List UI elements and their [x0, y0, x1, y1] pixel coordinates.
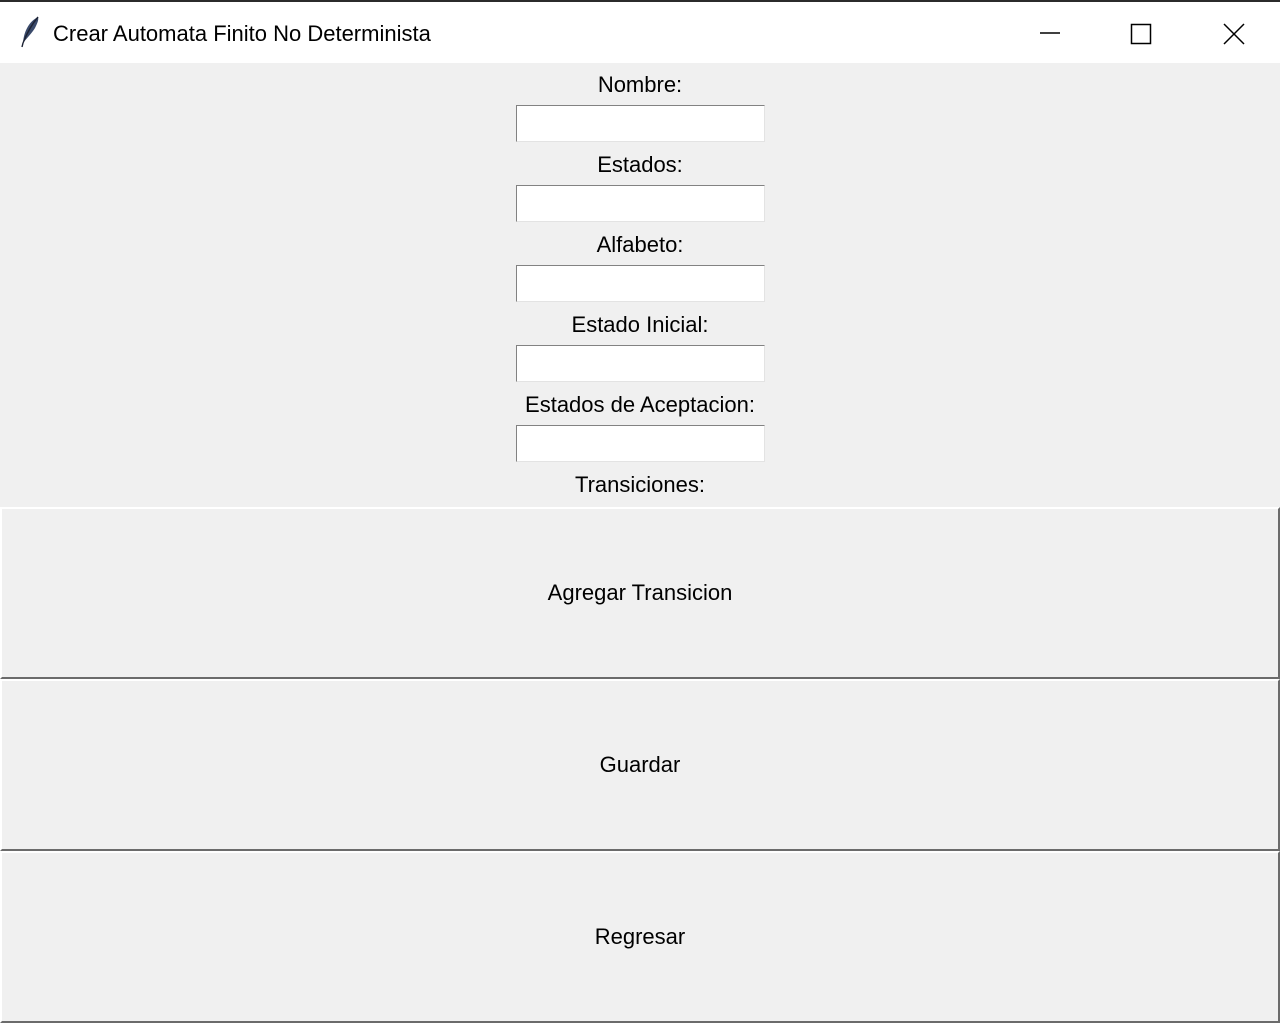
back-button[interactable]: Regresar [0, 851, 1280, 1023]
estado-inicial-label: Estado Inicial: [571, 312, 709, 337]
alfabeto-input[interactable] [516, 265, 765, 302]
alfabeto-label: Alfabeto: [596, 232, 684, 257]
close-button[interactable] [1187, 4, 1279, 62]
window-title: Crear Automata Finito No Determinista [53, 21, 431, 46]
save-label: Guardar [599, 752, 681, 777]
estados-input[interactable] [516, 185, 765, 222]
nombre-input[interactable] [516, 105, 765, 142]
nombre-label: Nombre: [597, 72, 683, 97]
add-transition-label: Agregar Transicion [547, 580, 733, 605]
save-button[interactable]: Guardar [0, 679, 1280, 851]
title-bar: Crear Automata Finito No Determinista [0, 0, 1280, 63]
maximize-button[interactable] [1095, 4, 1187, 62]
transiciones-label: Transiciones: [574, 472, 705, 497]
back-label: Regresar [594, 924, 686, 949]
estados-label: Estados: [597, 152, 683, 177]
add-transition-button[interactable]: Agregar Transicion [0, 507, 1280, 679]
minimize-button[interactable] [1004, 4, 1096, 62]
estado-inicial-input[interactable] [516, 345, 765, 382]
feather-icon [20, 16, 42, 48]
estados-aceptacion-label: Estados de Aceptacion: [525, 392, 755, 417]
estados-aceptacion-input[interactable] [516, 425, 765, 462]
